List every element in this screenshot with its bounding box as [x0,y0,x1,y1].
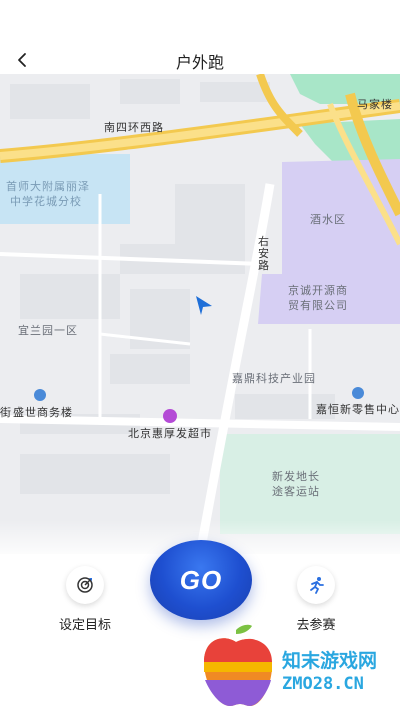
map-label: 中学花城分校 [10,195,82,208]
map-label: 嘉鼎科技产业园 [232,372,316,385]
target-icon [77,577,93,593]
map-label: 首师大附属丽泽 [6,180,90,193]
map-label: 马家楼 [357,98,393,111]
target-icon-wrap [66,566,104,604]
go-label: GO [179,564,223,595]
runner-icon [310,577,324,594]
runner-icon-wrap [297,566,335,604]
map-label: 新发地长 [272,470,320,483]
map-label: 京诚开源商 [288,284,348,297]
watermark: 知末游戏网 ZMO28.CN [196,622,400,711]
map-label: 途客运站 [272,485,320,498]
set-goal-label: 设定目标 [58,618,111,633]
road-label: 南四环西路 [104,121,164,134]
map-canvas [0,74,400,554]
map-label: 酒水区 [310,213,346,226]
watermark-title: 知末游戏网 [282,650,378,672]
map-label: 宜兰园一区 [18,324,78,337]
status-bar [0,0,400,40]
page-title: 户外跑 [175,53,224,72]
map-label: 盛世商务楼 [13,406,73,419]
map-label: 嘉恒新零售中心 [316,403,400,416]
watermark-url: ZMO28.CN [282,674,364,694]
apple-logo-icon [204,624,272,706]
go-button[interactable]: GO [150,540,252,620]
map-label: 街 [0,406,12,419]
map-view[interactable]: 南四环西路 马家楼 首师大附属丽泽 中学花城分校 酒水区 右安路 京诚开源商 贸… [0,74,400,554]
map-label: 贸有限公司 [288,299,348,312]
set-goal-button[interactable]: 设定目标 [45,566,125,633]
road-label: 右安路 [258,235,270,272]
map-label: 北京惠厚发超市 [128,427,212,440]
